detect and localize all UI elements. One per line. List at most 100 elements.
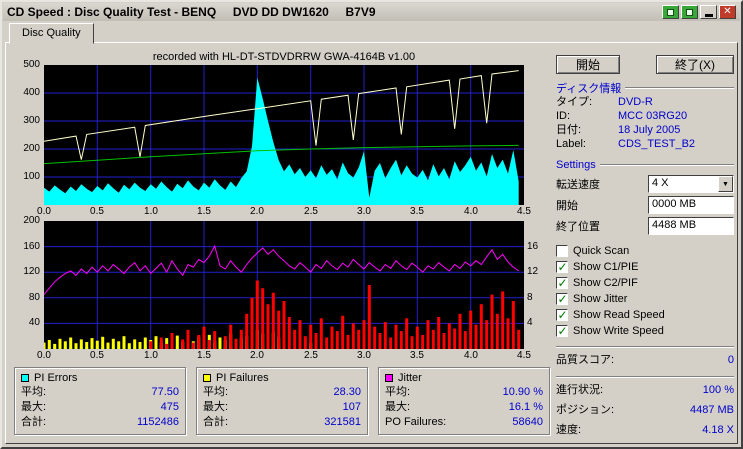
stat-value: 475 [160,401,179,413]
y-tick-label: 400 [23,87,40,98]
field-value: 18 July 2005 [618,124,681,136]
titlebar-icon-1[interactable] [662,5,679,19]
end-position-label: 終了位置 [556,221,600,233]
pi-failures-swatch-icon [203,373,211,382]
progress-label: 進行状況: [556,384,604,396]
checkbox-label: Show Write Speed [573,324,664,337]
stat-value: 28.30 [333,386,361,398]
pi-errors-header: PI Errors [21,370,179,385]
stat-row: 平均: 77.50 [21,385,179,400]
field-label: タイプ: [556,96,593,108]
chevron-down-icon[interactable]: ▼ [718,176,733,192]
disc-info-section-header: ディスク情報 [556,81,734,95]
minimize-button[interactable] [700,5,717,19]
pi-failures-header: PI Failures [203,370,361,385]
divider [556,376,734,378]
disc-info-title: ディスク情報 [556,83,622,95]
checkbox-icon [556,308,568,322]
checkbox-icon [556,244,568,257]
start-position-label: 開始 [556,200,578,212]
start-button[interactable]: 開始 [556,55,620,74]
pi-failures-box: PI Failures 平均: 28.30 最大: 107 合計: 321581 [196,367,368,435]
field-label: 日付: [556,124,582,136]
pi-errors-title: PI Errors [34,371,78,384]
top-chart-y-axis: 500 400 300 200 100 [14,59,44,205]
titlebar: CD Speed : Disc Quality Test - BENQ DVD … [3,3,740,21]
y-tick-label: 200 [23,143,40,154]
y-tick-label: 4 [527,317,533,328]
stats-row: PI Errors 平均: 77.50 最大: 475 合計: 1152486 PI … [14,367,550,435]
divider [599,164,734,166]
stat-label: 平均: [385,386,411,398]
bottom-chart-right-axis: 16 12 8 4 [524,221,550,349]
x-tick-label: 4.0 [464,206,478,217]
stat-label: 合計: [21,416,47,428]
stat-row: 合計: 1152486 [21,415,179,430]
settings-section-header: Settings [556,158,734,172]
speed-select[interactable]: 4 X ▼ [648,175,734,193]
show-c1-pie-checkbox[interactable]: Show C1/PIE [556,259,734,274]
checkbox-label: Quick Scan [573,244,630,257]
titlebar-icon-2[interactable] [681,5,698,19]
window-glyph-icon [667,8,674,16]
progress-row: 進行状況: 100 % [556,383,734,398]
field-value: MCC 03RG20 [618,110,688,122]
jitter-box: Jitter 平均: 10.90 % 最大: 16.1 % PO Failures:… [378,367,550,435]
start-position-input[interactable]: 0000 MB [648,196,734,214]
x-tick-label: 2.0 [250,206,264,217]
x-tick-label: 2.5 [304,206,318,217]
stat-label: 最大: [385,401,411,413]
stat-row: 平均: 28.30 [203,385,361,400]
checkbox-label: Show Read Speed [573,308,665,321]
show-read-speed-checkbox[interactable]: Show Read Speed [556,307,734,322]
y-tick-label: 160 [23,241,40,252]
quality-score-value: 0 [727,354,734,366]
stat-value: 10.90 % [502,386,543,398]
stat-label: 最大: [203,401,229,413]
minimize-icon [704,14,713,17]
checkbox-label: Show C1/PIE [573,260,639,273]
y-tick-label: 300 [23,115,40,126]
speed-status-value: 4.18 X [702,424,734,436]
y-tick-label: 16 [527,241,539,252]
top-chart-right-axis [524,65,550,205]
main-panel: recorded with HL-DT-STDVDRRW GWA-4164B v… [5,42,738,444]
x-tick-label: 3.0 [357,206,371,217]
quick-scan-checkbox[interactable]: Quick Scan [556,243,734,258]
window-glyph-icon [686,8,693,16]
settings-title: Settings [556,159,596,171]
close-button[interactable]: ✕ [719,5,736,19]
exit-button[interactable]: 終了(X) [656,55,734,74]
x-tick-label: 1.5 [197,350,211,361]
tab-disc-quality[interactable]: Disc Quality [9,23,94,44]
show-jitter-checkbox[interactable]: Show Jitter [556,291,734,306]
y-tick-label: 8 [527,292,533,303]
checkbox-icon [556,276,568,290]
y-tick-label: 80 [28,292,40,303]
end-position-input[interactable]: 4488 MB [648,217,734,235]
y-tick-label: 100 [23,171,40,182]
recorded-with-label: recorded with HL-DT-STDVDRRW GWA-4164B v… [152,51,416,63]
x-tick-label: 1.0 [144,350,158,361]
x-tick-label: 4.0 [464,350,478,361]
stat-label: 平均: [203,386,229,398]
position-row: ポジション: 4487 MB [556,403,734,418]
field-label: ID: [556,110,571,122]
pi-failures-title: PI Failures [216,371,269,384]
position-value: 4487 MB [689,404,734,416]
window-title: CD Speed : Disc Quality Test - BENQ DVD … [7,5,376,19]
speed-row: 転送速度 4 X ▼ [556,175,734,193]
jitter-title: Jitter [398,371,422,384]
end-position-row: 終了位置 4488 MB [556,217,734,235]
bottom-chart-y-axis: 200 160 120 80 40 [14,215,44,349]
show-write-speed-checkbox[interactable]: Show Write Speed [556,323,734,338]
stat-label: 平均: [21,386,47,398]
show-c2-pif-checkbox[interactable]: Show C2/PIF [556,275,734,290]
stat-row: 平均: 10.90 % [385,385,543,400]
bottom-chart-x-axis: 0.0 0.5 1.0 1.5 2.0 2.5 3.0 3.5 4.0 4.5 [37,349,531,363]
bottom-chart: 200 160 120 80 40 16 12 8 4 0.0 0.5 1.0 1.5 2.0 2.5 3… [14,215,550,363]
pi-errors-swatch-icon [21,373,29,382]
top-chart: 500 400 300 200 100 0.0 0.5 1.0 1.5 2.0 2.5 3.0 3.5… [14,59,550,219]
speed-value: 4 X [652,177,669,189]
stat-label: 最大: [21,401,47,413]
